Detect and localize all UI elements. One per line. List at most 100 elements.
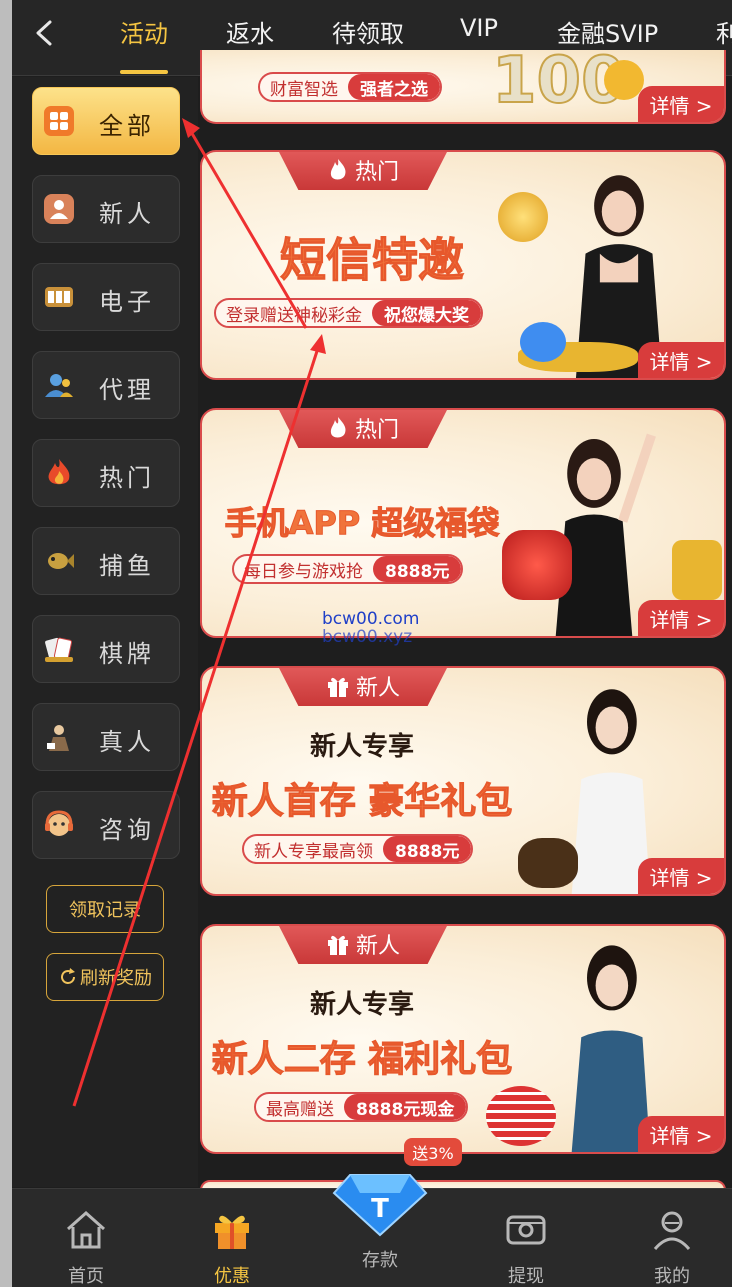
back-arrow-icon[interactable]: [32, 18, 58, 48]
person-icon: [44, 194, 74, 224]
details-button[interactable]: 详情 >: [638, 342, 724, 378]
tab-more[interactable]: 利: [716, 14, 732, 49]
newbie-tag: 新人: [278, 926, 448, 964]
tag-label: 热门: [354, 160, 399, 185]
tab-rebate[interactable]: 返水: [226, 14, 274, 49]
home-icon: [67, 1210, 105, 1249]
category-hot[interactable]: 热门: [32, 439, 180, 507]
details-button[interactable]: 详情 >: [638, 600, 724, 636]
refresh-reward-button[interactable]: 刷新奖励: [46, 953, 164, 1001]
promo-banner-wealth[interactable]: 财富智选 强者之选 100 详情 >: [200, 50, 726, 124]
refresh-reward-label: 刷新奖励: [80, 968, 152, 989]
fish-icon: [48, 553, 74, 569]
tag-label: 热门: [354, 418, 399, 443]
nav-profile[interactable]: 我的: [632, 1207, 712, 1287]
nav-deposit[interactable]: T 存款: [332, 1174, 428, 1272]
category-label: 电子: [99, 288, 155, 316]
category-label: 咨询: [99, 816, 155, 844]
slot-machine-icon: [45, 287, 73, 307]
banner-title: 新人首存 豪华礼包: [211, 781, 513, 823]
promo-banner-sms-invite[interactable]: 热门 短信特邀 登录赠送神秘彩金 祝您爆大奖 详情 >: [200, 150, 726, 380]
nav-label: 首页: [68, 1266, 104, 1287]
deposit-bonus-badge: 送3%: [404, 1138, 462, 1166]
pill-text: 新人专享最高领: [254, 841, 373, 862]
pill-text: 每日参与游戏抢: [244, 561, 363, 582]
refresh-icon: [61, 968, 75, 984]
hot-tag: 热门: [278, 152, 448, 190]
tab-pending[interactable]: 待领取: [332, 14, 404, 49]
category-fishing[interactable]: 捕鱼: [32, 527, 180, 595]
category-live[interactable]: 真人: [32, 703, 180, 771]
pill-text: 财富智选: [270, 79, 338, 100]
category-label: 热门: [99, 464, 155, 492]
tag-label: 新人: [355, 676, 400, 701]
banner-subtitle: 新人专享: [309, 990, 414, 1020]
pill-text: 最高赠送: [266, 1099, 334, 1120]
fire-icon: [48, 459, 70, 485]
banner-title: 新人二存 福利礼包: [211, 1039, 513, 1081]
nav-label: 存款: [362, 1250, 398, 1271]
category-label: 棋牌: [99, 640, 155, 668]
coin-stack-decoration: [672, 540, 722, 600]
agent-icon: [45, 374, 73, 397]
banner-title: 短信特邀: [280, 233, 465, 288]
flame-icon: [330, 159, 346, 180]
details-button[interactable]: 详情 >: [638, 86, 724, 122]
active-tab-indicator: [120, 70, 168, 74]
promo-banner-second-deposit[interactable]: 新人 新人专享 新人二存 福利礼包 最高赠送 8888元现金 详情 >: [200, 924, 726, 1154]
pill-text: 登录赠送神秘彩金: [226, 305, 362, 326]
gift-icon: [215, 1215, 249, 1249]
bottom-nav: 首页 优惠 T 存款 提现 我的: [12, 1174, 732, 1287]
window-edge: [0, 0, 12, 1287]
promo-pill: 最高赠送 8888元现金: [254, 1092, 469, 1122]
tab-activity[interactable]: 活动: [120, 14, 168, 49]
pill-highlight: 8888元: [373, 556, 462, 582]
nav-promotions[interactable]: 优惠: [192, 1207, 272, 1287]
flame-icon: [330, 417, 346, 438]
hot-tag: 热门: [278, 410, 448, 448]
nav-label: 我的: [654, 1266, 690, 1287]
gift-tag-icon: [327, 677, 348, 697]
watermark-line: bcw00.xyz: [322, 627, 413, 647]
tag-label: 新人: [355, 934, 400, 959]
pill-highlight: 8888元现金: [344, 1094, 467, 1120]
category-label: 代理: [99, 376, 155, 404]
support-icon: [45, 810, 73, 836]
nav-home[interactable]: 首页: [46, 1207, 126, 1287]
category-label: 新人: [99, 200, 155, 228]
lucky-bag-decoration: [502, 530, 572, 600]
pill-highlight: 祝您爆大奖: [372, 300, 481, 326]
promo-pill: 登录赠送神秘彩金 祝您爆大奖: [214, 298, 483, 328]
promo-banner-first-deposit[interactable]: 新人 新人专享 新人首存 豪华礼包 新人专享最高领 8888元 详情 >: [200, 666, 726, 896]
category-label: 捕鱼: [99, 552, 155, 580]
newbie-tag: 新人: [278, 668, 448, 706]
banner-subtitle: 新人专享: [309, 732, 414, 762]
details-button[interactable]: 详情 >: [638, 858, 724, 894]
tab-finance-svip[interactable]: 金融SVIP: [557, 14, 658, 49]
gift-tag-icon: [327, 935, 348, 955]
pill-highlight: 8888元: [383, 836, 472, 862]
category-electronic[interactable]: 电子: [32, 263, 180, 331]
promo-pill: 新人专享最高领 8888元: [242, 834, 474, 864]
details-button[interactable]: 详情 >: [638, 1116, 724, 1152]
tab-vip[interactable]: VIP: [460, 14, 498, 42]
chat-bubble-decoration: [520, 322, 566, 362]
category-chess-cards[interactable]: 棋牌: [32, 615, 180, 683]
watermark: bcw00.com bcw00.xyz: [322, 610, 419, 646]
pill-highlight: 强者之选: [348, 74, 440, 100]
bag-decoration: [518, 838, 578, 888]
withdraw-icon: [506, 1215, 546, 1245]
nav-withdraw[interactable]: 提现: [486, 1207, 566, 1287]
claim-record-button[interactable]: 领取记录: [46, 885, 164, 933]
category-agent[interactable]: 代理: [32, 351, 180, 419]
banner-title: 手机APP 超级福袋: [224, 504, 500, 543]
dealer-icon: [47, 725, 69, 751]
category-all[interactable]: 全部: [32, 87, 180, 155]
category-label: 真人: [99, 728, 155, 756]
category-support[interactable]: 咨询: [32, 791, 180, 859]
category-sidebar: 全部 新人 电子 代理 热门 捕鱼 棋牌 真人 咨询 领取记录 刷新奖励: [12, 77, 198, 1187]
diamond-icon: T: [332, 1174, 428, 1237]
category-newbie[interactable]: 新人: [32, 175, 180, 243]
promo-banner-app-lucky-bag[interactable]: 热门 手机APP 超级福袋 每日参与游戏抢 8888元 详情 >: [200, 408, 726, 638]
grid-icon: [44, 106, 74, 136]
